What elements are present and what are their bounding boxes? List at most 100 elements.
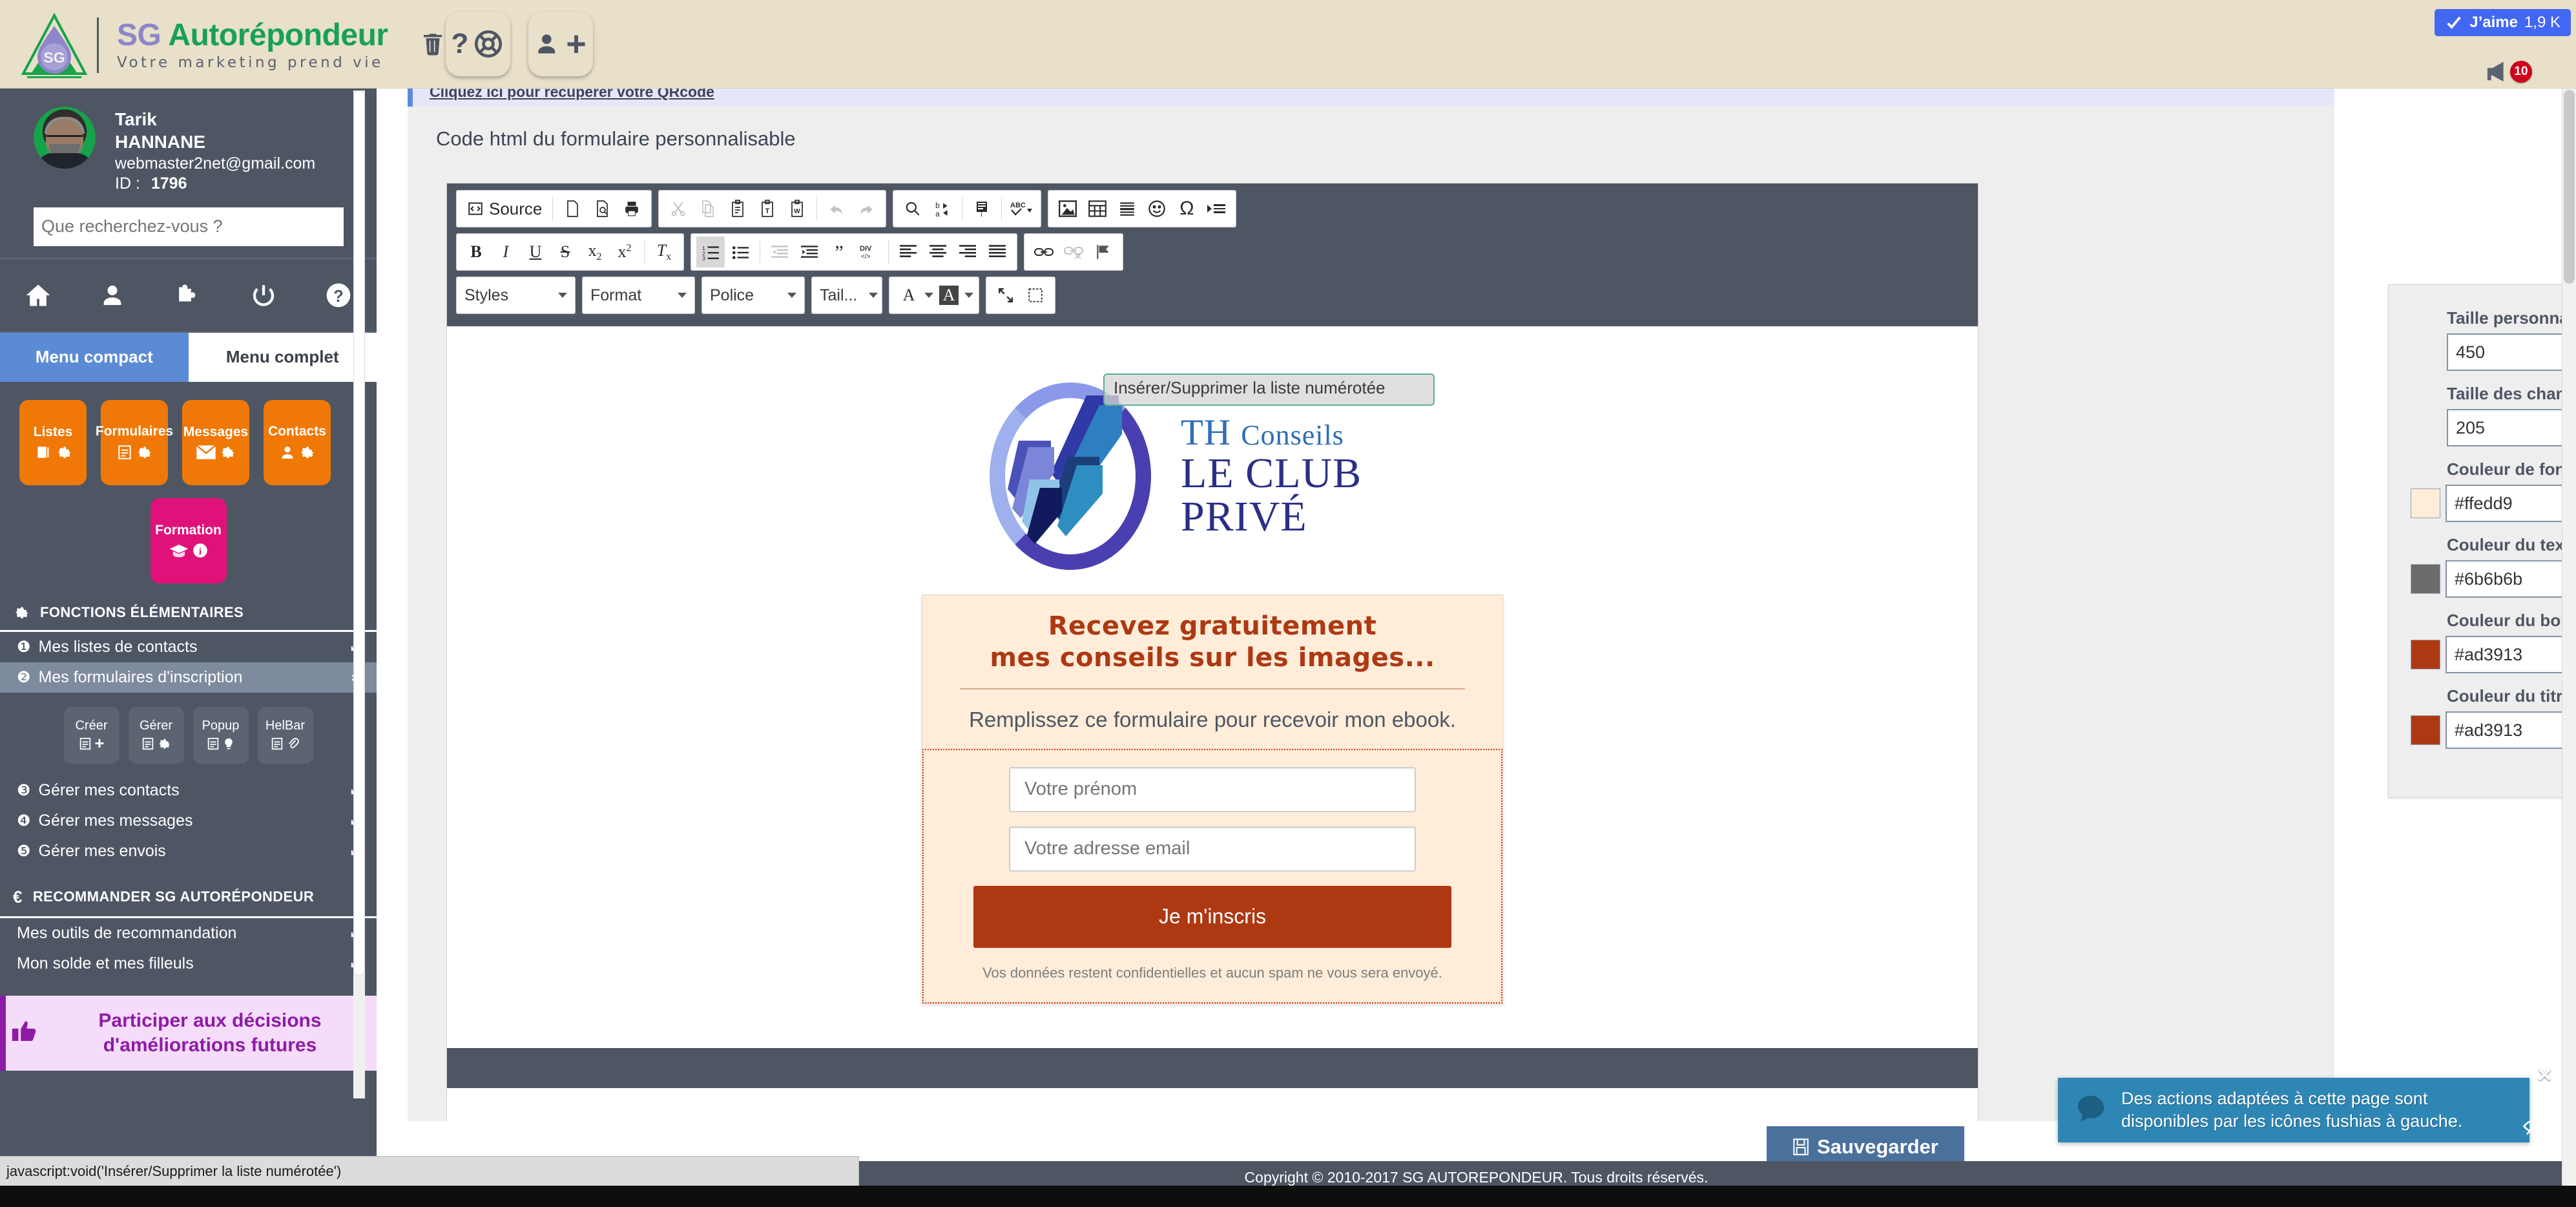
category-messages[interactable]: Messages [182, 399, 249, 485]
category-formation[interactable]: Formation i [150, 498, 227, 583]
add-user-icon[interactable]: + [528, 12, 593, 76]
unlink-icon[interactable] [1059, 236, 1088, 268]
tab-menu-complet[interactable]: Menu complet [188, 332, 377, 382]
copy-icon[interactable] [694, 193, 722, 224]
align-center-icon[interactable] [924, 236, 952, 268]
outdent-icon[interactable] [765, 236, 794, 268]
select-all-icon[interactable]: I [968, 193, 996, 224]
indent-icon[interactable] [795, 236, 824, 268]
justify-icon[interactable] [983, 236, 1012, 268]
redo-icon[interactable] [852, 193, 880, 224]
announcements-button[interactable]: 10 [2483, 59, 2532, 84]
chevron-down-icon[interactable] [924, 293, 933, 298]
sidebar-item-outils-recommandation[interactable]: Mes outils de recommandation [0, 918, 377, 949]
button-color-swatch[interactable] [2411, 640, 2440, 669]
sidebar-item-gerer-contacts[interactable]: ❸ Gérer mes contacts [0, 775, 377, 806]
smiley-icon[interactable] [1143, 193, 1171, 224]
page-scrollbar[interactable] [2562, 89, 2576, 1186]
form-size-input[interactable] [2447, 333, 2576, 371]
align-left-icon[interactable] [894, 236, 922, 268]
link-icon[interactable] [1030, 236, 1058, 268]
sidebar-item-gerer-messages[interactable]: ❹ Gérer mes messages [0, 806, 377, 836]
background-color-icon[interactable]: A [935, 280, 963, 311]
align-right-icon[interactable] [953, 236, 982, 268]
paste-word-icon[interactable]: W [783, 193, 811, 224]
maximize-icon[interactable] [992, 280, 1020, 311]
text-color-swatch[interactable] [2411, 564, 2440, 594]
sidebar-item-mes-listes[interactable]: ❶ Mes listes de contacts [0, 632, 377, 662]
facebook-like-button[interactable]: J’aime 1,9 K [2435, 9, 2571, 36]
bulleted-list-icon[interactable] [726, 236, 754, 268]
anchor-icon[interactable] [1089, 236, 1117, 268]
numbered-list-icon[interactable]: 123 [696, 236, 725, 268]
puzzle-icon[interactable] [172, 281, 202, 310]
email-input[interactable] [1009, 826, 1416, 872]
spellcheck-icon[interactable]: ABC [1007, 193, 1035, 224]
app-logo[interactable]: SG SG Autorépondeur Votre marketing pren… [18, 9, 388, 81]
page-scrollbar-thumb[interactable] [2564, 90, 2575, 284]
horizontal-rule-icon[interactable] [1113, 193, 1141, 224]
close-icon[interactable]: ✕ [2537, 1064, 2553, 1087]
question-circle-icon[interactable]: ? [324, 281, 353, 310]
chevron-down-icon[interactable] [964, 293, 973, 298]
category-formulaires[interactable]: Formulaires [96, 399, 173, 485]
paste-text-icon[interactable]: T [753, 193, 782, 224]
special-char-icon[interactable]: Ω [1172, 193, 1201, 224]
strikethrough-icon[interactable]: S [551, 236, 579, 268]
button-color-input[interactable] [2446, 636, 2576, 673]
notification-toast[interactable]: Des actions adaptées à cette page sont d… [2058, 1078, 2529, 1142]
user-icon[interactable] [99, 281, 125, 310]
table-icon[interactable] [1083, 193, 1112, 224]
remove-format-icon[interactable]: Tx [650, 236, 678, 268]
div-container-icon[interactable]: DIV </> [855, 236, 883, 268]
preview-icon[interactable] [588, 193, 616, 224]
source-icon[interactable]: Source [462, 199, 547, 219]
font-dropdown[interactable]: Police [701, 277, 805, 314]
text-color-icon[interactable]: A [895, 280, 923, 311]
superscript-icon[interactable]: x2 [610, 236, 639, 268]
show-blocks-icon[interactable] [1021, 280, 1050, 311]
undo-icon[interactable] [822, 193, 851, 224]
blockquote-icon[interactable]: ” [825, 236, 853, 268]
sub-button-creer[interactable]: Créer + [63, 706, 119, 764]
bg-color-input[interactable] [2446, 485, 2576, 522]
eye-slash-icon[interactable] [2523, 1117, 2545, 1139]
sidebar-item-gerer-envois[interactable]: ❺ Gérer mes envois [0, 836, 377, 866]
print-icon[interactable] [618, 193, 646, 224]
category-contacts[interactable]: Contacts [264, 399, 331, 485]
sub-button-gerer[interactable]: Gérer [128, 706, 184, 764]
italic-icon[interactable]: I [492, 236, 520, 268]
sidebar-item-mes-formulaires[interactable]: ❷ Mes formulaires d'inscription [0, 662, 377, 693]
text-color-input[interactable] [2446, 560, 2576, 598]
size-dropdown[interactable]: Tail... [811, 277, 882, 314]
editor-canvas[interactable]: TH Conseils LE CLUB PRIVÉ Recevez gratui… [447, 337, 1978, 1088]
underline-icon[interactable]: U [521, 236, 550, 268]
image-icon[interactable] [1054, 193, 1082, 224]
bold-icon[interactable]: B [462, 236, 490, 268]
sidebar-item-solde-filleuls[interactable]: Mon solde et mes filleuls [0, 949, 377, 979]
sidebar-scrollbar-thumb[interactable] [353, 90, 365, 976]
search-input[interactable] [34, 207, 344, 246]
firstname-input[interactable] [1009, 766, 1416, 812]
signup-submit-button[interactable]: Je m'inscris [973, 885, 1451, 948]
qrcode-link[interactable]: Cliquez ici pour récupérer votre QRcode [408, 89, 2334, 107]
sub-button-helbar[interactable]: HelBar [257, 706, 313, 764]
paste-icon[interactable] [723, 193, 752, 224]
sidebar-scrollbar[interactable] [353, 90, 365, 1098]
format-dropdown[interactable]: Format [582, 277, 695, 314]
find-icon[interactable] [898, 193, 927, 224]
home-icon[interactable] [24, 281, 52, 310]
sub-button-popup[interactable]: Popup [192, 706, 249, 764]
power-icon[interactable] [250, 281, 277, 310]
title-color-input[interactable] [2446, 711, 2576, 749]
tab-menu-compact[interactable]: Menu compact [0, 332, 189, 382]
bg-color-swatch[interactable] [2411, 488, 2440, 518]
page-break-icon[interactable] [1202, 193, 1231, 224]
help-lifebuoy-icon[interactable]: ? [446, 12, 510, 76]
replace-icon[interactable]: ba [928, 193, 957, 224]
participate-banner[interactable]: Participer aux décisions d'améliorations… [0, 995, 377, 1071]
fields-size-input[interactable] [2447, 409, 2576, 446]
styles-dropdown[interactable]: Styles [456, 277, 576, 314]
title-color-swatch[interactable] [2411, 715, 2440, 745]
new-page-icon[interactable] [558, 193, 587, 224]
